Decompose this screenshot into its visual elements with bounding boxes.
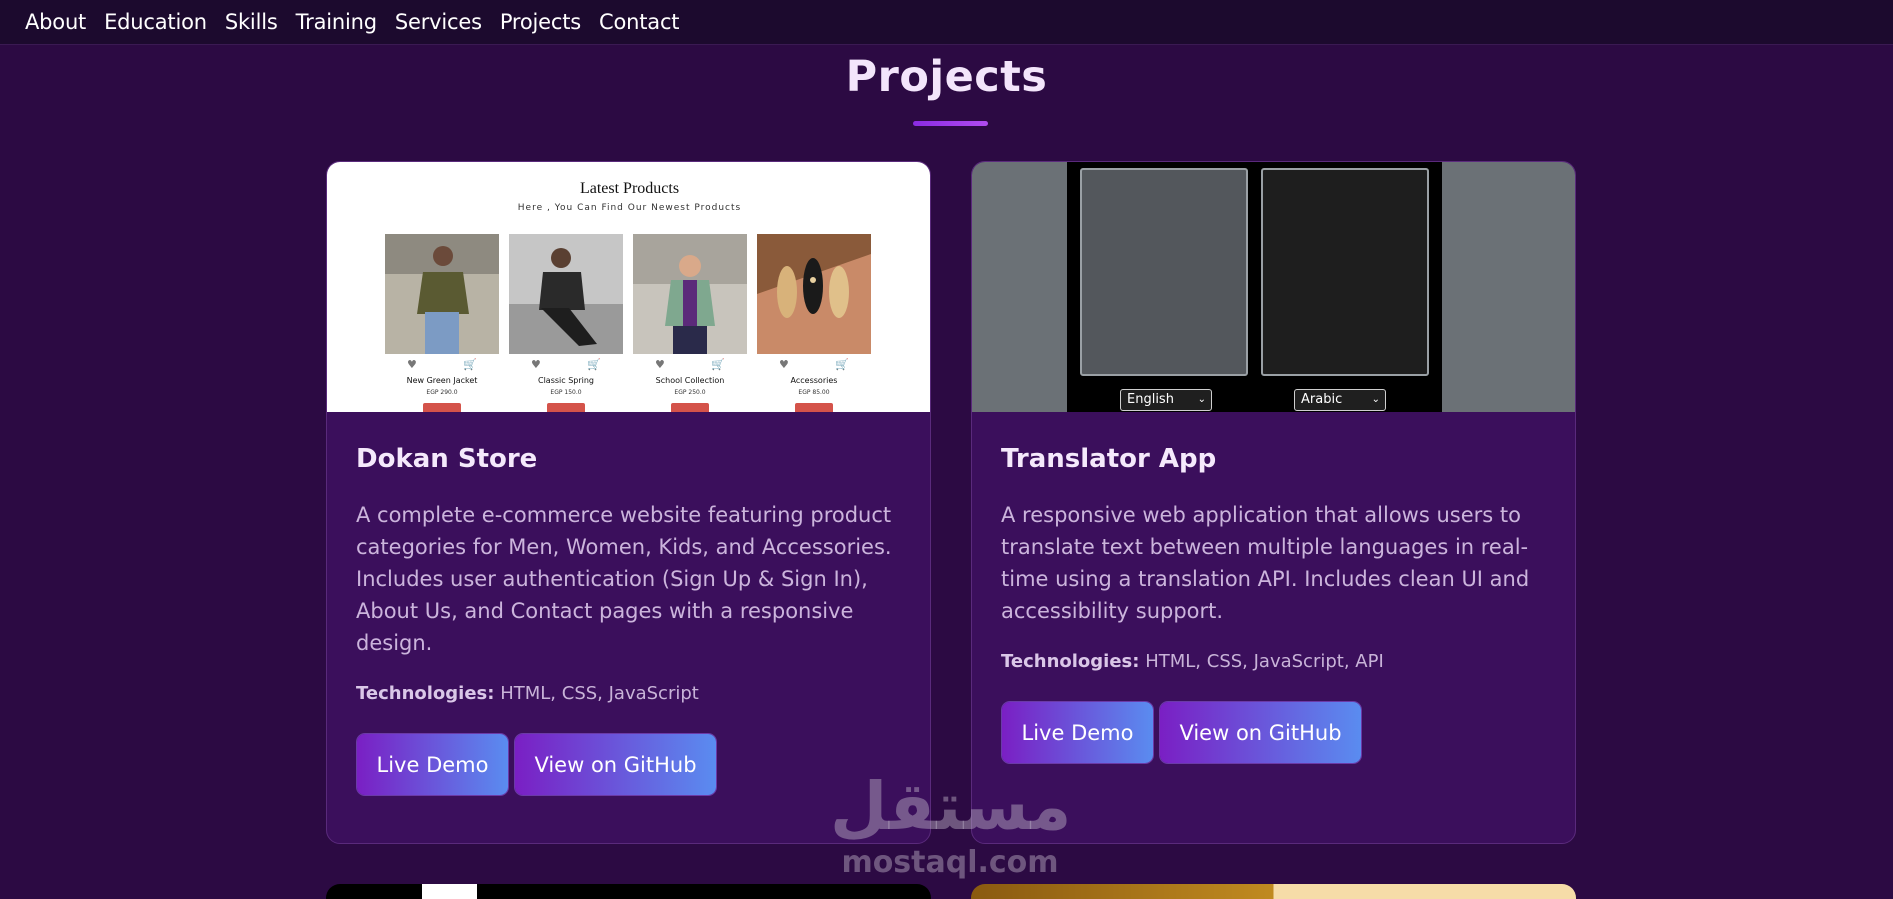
cart-icon[interactable]: 🛒 [463, 358, 477, 371]
nav-projects[interactable]: Projects [500, 10, 581, 34]
watermark-logo: مستقل [830, 768, 1072, 845]
product-actions: ♥ 🛒 [385, 358, 499, 372]
nav-contact[interactable]: Contact [599, 10, 680, 34]
project-description: A complete e-commerce website featuring … [356, 503, 892, 655]
source-textarea[interactable] [1080, 168, 1248, 376]
heart-icon[interactable]: ♥ [407, 358, 417, 371]
preview-subheading: Here , You Can Find Our Newest Products [517, 203, 742, 213]
project-description: A responsive web application that allows… [1001, 503, 1530, 623]
target-textarea[interactable] [1261, 168, 1429, 376]
product-actions: ♥ 🛒 [757, 358, 871, 372]
technologies-label: Technologies: [356, 683, 495, 704]
product-name: Classic Spring [537, 376, 595, 385]
cart-icon[interactable]: 🛒 [835, 358, 849, 371]
product-name: Accessories [790, 376, 838, 385]
project-technologies: Technologies: HTML, CSS, JavaScript [356, 683, 699, 704]
nav-training[interactable]: Training [296, 10, 377, 34]
project-preview-translator: English ⌄ Arabic ⌄ [972, 162, 1575, 412]
translator-panel: English ⌄ Arabic ⌄ [1067, 162, 1442, 412]
buy-button[interactable] [547, 403, 585, 412]
nav-education[interactable]: Education [104, 10, 207, 34]
buy-button[interactable] [423, 403, 461, 412]
project-title: Translator App [1001, 444, 1217, 474]
product-image [633, 234, 747, 354]
project-card-translator: English ⌄ Arabic ⌄ Translator App A resp… [971, 161, 1576, 844]
title-underline [913, 121, 988, 126]
product-price: EGP 150.0 [550, 389, 582, 396]
chevron-down-icon: ⌄ [1197, 394, 1206, 405]
heart-icon[interactable]: ♥ [779, 358, 789, 371]
technologies-list: HTML, CSS, JavaScript, API [1145, 651, 1384, 672]
product-actions: ♥ 🛒 [509, 358, 623, 372]
heart-icon[interactable]: ♥ [531, 358, 541, 371]
source-language-value: English [1127, 392, 1174, 407]
nav-services[interactable]: Services [395, 10, 482, 34]
buy-button[interactable] [795, 403, 833, 412]
product-image [385, 234, 499, 354]
preview-heading: Latest Products [579, 180, 680, 197]
project-title: Dokan Store [356, 444, 538, 474]
next-card-preview [422, 884, 477, 899]
live-demo-button[interactable]: Live Demo [357, 734, 508, 795]
project-preview-dokan: Latest Products Here , You Can Find Our … [327, 162, 930, 412]
nav-about[interactable]: About [25, 10, 86, 34]
cart-icon[interactable]: 🛒 [587, 358, 601, 371]
view-github-button[interactable]: View on GitHub [515, 734, 716, 795]
cart-icon[interactable]: 🛒 [711, 358, 725, 371]
product-price: EGP 290.0 [426, 389, 458, 396]
target-language-select[interactable]: Arabic ⌄ [1294, 389, 1386, 411]
technologies-label: Technologies: [1001, 651, 1140, 672]
view-github-button[interactable]: View on GitHub [1160, 702, 1361, 763]
watermark-url: mostaql.com [841, 845, 1059, 880]
product-image [757, 234, 871, 354]
heart-icon[interactable]: ♥ [655, 358, 665, 371]
section-title: Projects [845, 52, 1048, 102]
target-language-value: Arabic [1301, 392, 1343, 407]
product-image [509, 234, 623, 354]
next-project-card [971, 884, 1576, 899]
buy-button[interactable] [671, 403, 709, 412]
source-language-select[interactable]: English ⌄ [1120, 389, 1212, 411]
product-price: EGP 85.00 [798, 389, 830, 396]
next-project-card [326, 884, 931, 899]
product-name: School Collection [655, 376, 725, 385]
product-price: EGP 250.0 [674, 389, 706, 396]
chevron-down-icon: ⌄ [1371, 394, 1380, 405]
product-actions: ♥ 🛒 [633, 358, 747, 372]
product-name: New Green Jacket [406, 376, 478, 385]
top-navbar: About Education Skills Training Services… [0, 0, 1893, 45]
technologies-list: HTML, CSS, JavaScript [500, 683, 699, 704]
project-technologies: Technologies: HTML, CSS, JavaScript, API [1001, 651, 1384, 672]
nav-skills[interactable]: Skills [225, 10, 278, 34]
live-demo-button[interactable]: Live Demo [1002, 702, 1153, 763]
project-card-dokan: Latest Products Here , You Can Find Our … [326, 161, 931, 844]
